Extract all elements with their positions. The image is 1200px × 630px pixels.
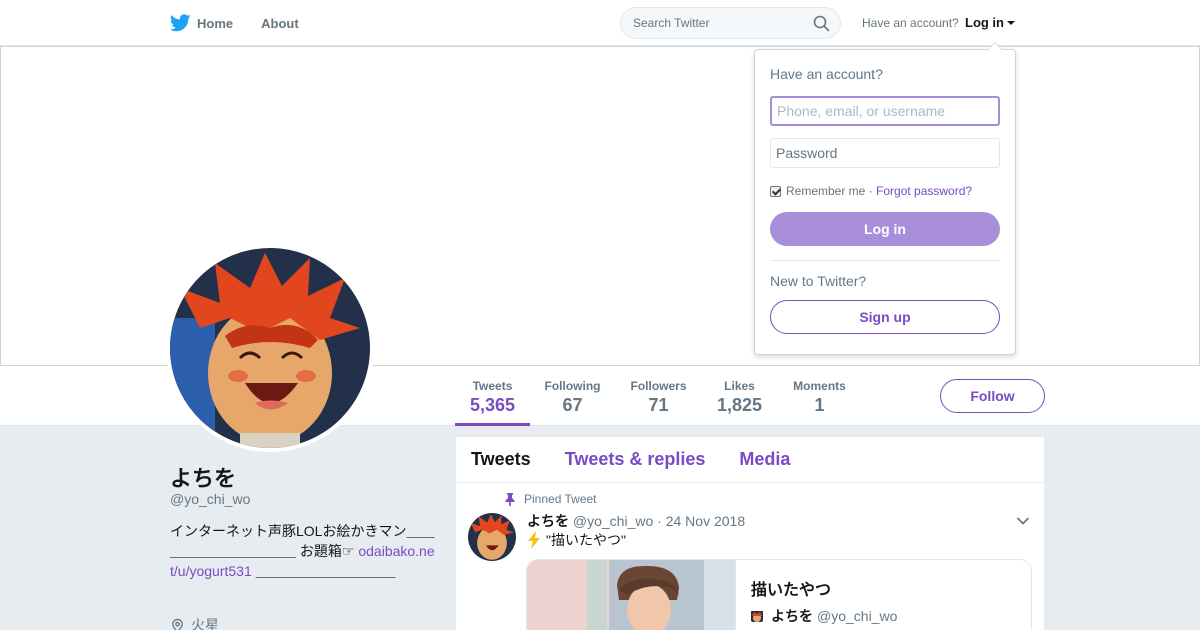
stat-likes[interactable]: Likes 1,825 bbox=[712, 366, 767, 426]
remember-me-checkbox[interactable] bbox=[770, 185, 781, 197]
stat-followers[interactable]: Followers 71 bbox=[625, 366, 692, 426]
home-link[interactable]: Home bbox=[170, 14, 233, 32]
twitter-bird-icon bbox=[170, 14, 191, 32]
divider bbox=[770, 260, 1000, 261]
nav-left: Home About bbox=[170, 0, 327, 46]
stat-value: 67 bbox=[562, 395, 583, 415]
search-input[interactable] bbox=[621, 8, 801, 38]
about-link[interactable]: About bbox=[261, 16, 299, 31]
caret-down-icon bbox=[1007, 21, 1015, 25]
login-toggle-label: Log in bbox=[965, 15, 1004, 30]
bio-text-end: ＿＿＿＿＿＿＿＿＿＿ bbox=[251, 563, 396, 579]
stat-moments[interactable]: Moments 1 bbox=[788, 366, 851, 426]
login-dropdown-toggle[interactable]: Log in bbox=[965, 15, 1015, 30]
signup-button[interactable]: Sign up bbox=[770, 300, 1000, 334]
tweet-avatar[interactable] bbox=[468, 513, 516, 561]
location-text: 火星 bbox=[191, 617, 219, 630]
avatar-image bbox=[170, 248, 370, 448]
stat-following[interactable]: Following 67 bbox=[540, 366, 605, 426]
pin-icon bbox=[505, 493, 515, 506]
top-navigation-bar: Home About Have an account? Log in bbox=[0, 0, 1200, 46]
stat-label: Likes bbox=[724, 379, 755, 393]
stat-value: 71 bbox=[648, 395, 669, 415]
tweet-author-handle[interactable]: @yo_chi_wo bbox=[573, 513, 653, 529]
home-label: Home bbox=[197, 15, 234, 31]
card-author: よちを @yo_chi_wo bbox=[751, 606, 897, 626]
password-input[interactable] bbox=[770, 138, 1000, 168]
profile-name[interactable]: よちを bbox=[170, 461, 236, 493]
card-author-avatar bbox=[751, 610, 763, 622]
have-account-text: Have an account? bbox=[862, 16, 959, 30]
tweet-header: よちを @yo_chi_wo · 24 Nov 2018 bbox=[527, 511, 745, 531]
new-to-twitter-text: New to Twitter? bbox=[770, 273, 867, 289]
tweet-body: "描いたやつ" bbox=[546, 532, 626, 548]
tab-tweets-and-replies[interactable]: Tweets & replies bbox=[565, 449, 706, 470]
pinned-label: Pinned Tweet bbox=[524, 492, 597, 506]
pinned-tweet-indicator: Pinned Tweet bbox=[504, 492, 597, 506]
tweet-author-name[interactable]: よちを bbox=[527, 513, 569, 529]
tab-media[interactable]: Media bbox=[739, 449, 790, 470]
login-dropdown: Have an account? Remember me · Forgot pa… bbox=[754, 42, 1016, 355]
separator: · bbox=[865, 184, 877, 198]
lightning-icon bbox=[528, 531, 540, 549]
chevron-down-icon[interactable] bbox=[1016, 513, 1030, 531]
tab-tweets[interactable]: Tweets bbox=[471, 449, 531, 470]
tweet-text: "描いたやつ" bbox=[526, 530, 626, 550]
stat-label: Following bbox=[544, 379, 601, 393]
login-button[interactable]: Log in bbox=[770, 212, 1000, 246]
profile-handle[interactable]: @yo_chi_wo bbox=[170, 491, 250, 507]
tweet-date[interactable]: · 24 Nov 2018 bbox=[657, 513, 745, 529]
location-pin-icon bbox=[172, 618, 183, 630]
remember-row: Remember me · Forgot password? bbox=[770, 184, 972, 198]
profile-avatar[interactable] bbox=[166, 244, 374, 452]
card-author-name: よちを bbox=[771, 608, 813, 624]
stat-label: Followers bbox=[630, 379, 687, 393]
stat-value: 1 bbox=[814, 395, 825, 415]
profile-location: 火星 bbox=[170, 615, 219, 630]
stat-tweets[interactable]: Tweets 5,365 bbox=[455, 366, 530, 426]
forgot-password-link[interactable]: Forgot password? bbox=[876, 184, 972, 198]
dropdown-title: Have an account? bbox=[770, 66, 883, 82]
remember-me-label[interactable]: Remember me bbox=[786, 184, 865, 198]
card-image bbox=[527, 560, 736, 630]
timeline: Tweets Tweets & replies Media Pinned Twe… bbox=[456, 437, 1044, 630]
stat-label: Tweets bbox=[472, 379, 513, 393]
profile-bio: インターネット声豚LOLお絵かきマン＿＿＿＿＿＿＿＿＿＿＿ お題箱☞ odaib… bbox=[170, 521, 435, 581]
card-author-handle: @yo_chi_wo bbox=[817, 608, 898, 624]
username-input[interactable] bbox=[770, 96, 1000, 126]
link-card[interactable]: 描いたやつ よちを @yo_chi_wo bbox=[526, 559, 1032, 630]
search-icon[interactable] bbox=[813, 15, 830, 37]
stat-value: 5,365 bbox=[469, 395, 516, 415]
search-box bbox=[620, 7, 841, 39]
card-title: 描いたやつ bbox=[751, 582, 832, 599]
follow-button[interactable]: Follow bbox=[940, 379, 1045, 413]
stat-value: 1,825 bbox=[716, 395, 763, 415]
stat-label: Moments bbox=[793, 379, 846, 393]
timeline-tabs: Tweets Tweets & replies Media bbox=[456, 437, 1044, 483]
